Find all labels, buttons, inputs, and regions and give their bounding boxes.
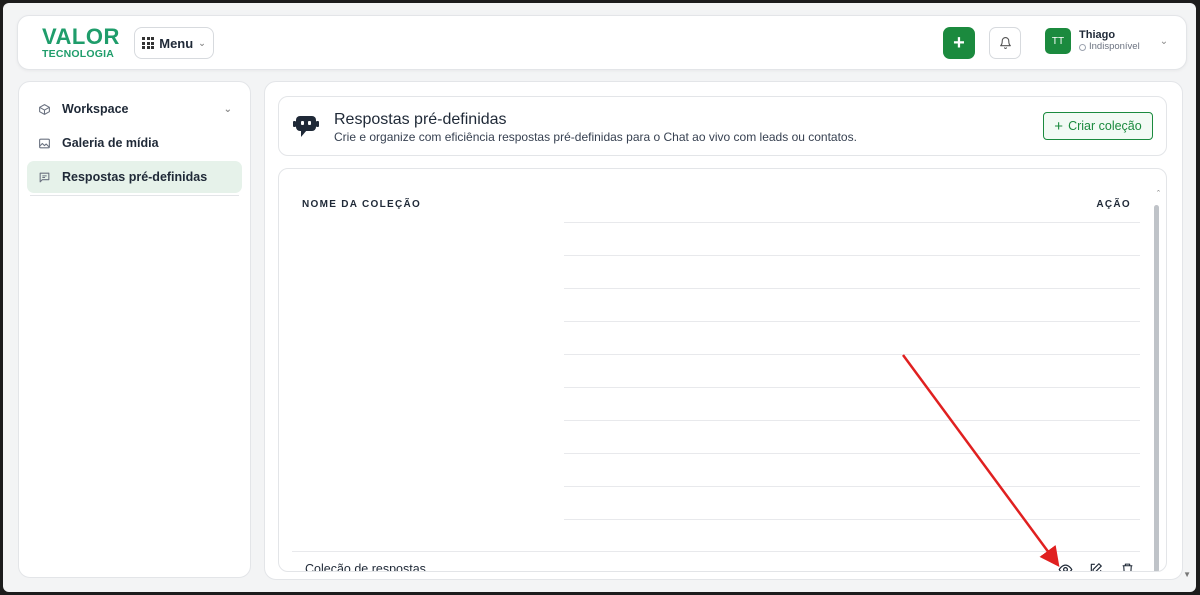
row-divider	[564, 321, 1140, 322]
app-window: VALOR TECNOLOGIA Menu ⌄ + TT Thiago Indi…	[3, 3, 1196, 592]
user-status-text: Indisponível	[1089, 40, 1140, 52]
status-dot-icon	[1079, 43, 1086, 51]
sidebar-item-label: Galeria de mídia	[62, 136, 159, 150]
chevron-down-icon: ⌄	[223, 103, 232, 115]
sidebar-divider	[30, 195, 239, 196]
row-divider	[564, 222, 1140, 223]
user-name: Thiago	[1079, 29, 1116, 42]
notifications-button[interactable]	[989, 27, 1021, 59]
row-divider	[564, 420, 1140, 421]
column-header-action: AÇÃO	[1096, 199, 1131, 210]
row-divider	[564, 354, 1140, 355]
trash-icon[interactable]	[1119, 561, 1135, 571]
avatar: TT	[1045, 28, 1071, 54]
user-status: Indisponível	[1079, 40, 1140, 53]
sidebar-item-predefined-replies[interactable]: Respostas pré-definidas	[27, 161, 242, 193]
logo-sub-text: TECNOLOGIA	[42, 48, 114, 60]
row-divider	[564, 255, 1140, 256]
logo: VALOR TECNOLOGIA	[42, 26, 120, 60]
row-divider	[564, 486, 1140, 487]
menu-label: Menu	[159, 35, 194, 51]
chatbot-icon	[292, 113, 320, 142]
chevron-down-icon: ⌄	[1159, 35, 1169, 47]
create-collection-button[interactable]: + Criar coleção	[1043, 112, 1153, 140]
logo-main-text: VALOR	[42, 24, 120, 49]
sidebar-item-media-gallery[interactable]: Galeria de mídia	[27, 127, 242, 159]
top-header: VALOR TECNOLOGIA Menu ⌄ + TT Thiago Indi…	[17, 15, 1187, 70]
column-header-name: NOME DA COLEÇÃO	[302, 199, 422, 210]
image-icon	[38, 137, 52, 150]
sidebar-item-workspace[interactable]: Workspace ⌄	[27, 93, 242, 125]
user-menu[interactable]: TT Thiago Indisponível ⌄	[1045, 28, 1168, 54]
sidebar: Workspace ⌄ Galeria de mídia Respostas p…	[18, 81, 251, 578]
sidebar-item-label: Respostas pré-definidas	[62, 170, 208, 184]
scroll-up-icon[interactable]: ˆ	[1157, 189, 1160, 199]
row-divider	[564, 453, 1140, 454]
table-row-name: Coleção de respostas	[305, 562, 426, 572]
main-panel: Respostas pré-definidas Crie e organize …	[264, 81, 1183, 580]
menu-button[interactable]: Menu ⌄	[134, 27, 214, 59]
message-icon	[38, 171, 52, 184]
box-icon	[38, 103, 52, 116]
row-divider	[564, 519, 1140, 520]
chevron-down-icon: ⌄	[198, 37, 206, 48]
table-scrollbar[interactable]	[1154, 205, 1159, 571]
collections-table: NOME DA COLEÇÃO AÇÃO Coleção de resposta…	[278, 168, 1167, 572]
plus-icon: +	[953, 31, 965, 54]
page-header-card: Respostas pré-definidas Crie e organize …	[278, 96, 1167, 156]
sidebar-item-label: Workspace	[62, 102, 129, 116]
eye-icon[interactable]	[1057, 561, 1073, 571]
create-collection-label: Criar coleção	[1068, 119, 1142, 133]
row-divider	[564, 288, 1140, 289]
page-title: Respostas pré-definidas	[334, 111, 507, 128]
grid-icon	[142, 37, 155, 49]
plus-icon: +	[1054, 117, 1064, 135]
edit-icon[interactable]	[1088, 561, 1104, 571]
add-button[interactable]: +	[943, 27, 975, 59]
row-divider	[564, 387, 1140, 388]
row-divider	[292, 551, 1140, 552]
page-scroll-down-icon[interactable]: ▼	[1183, 570, 1191, 579]
user-info: Thiago Indisponível	[1079, 29, 1140, 53]
bell-icon	[999, 37, 1011, 49]
page-description: Crie e organize com eficiência respostas…	[334, 130, 857, 144]
